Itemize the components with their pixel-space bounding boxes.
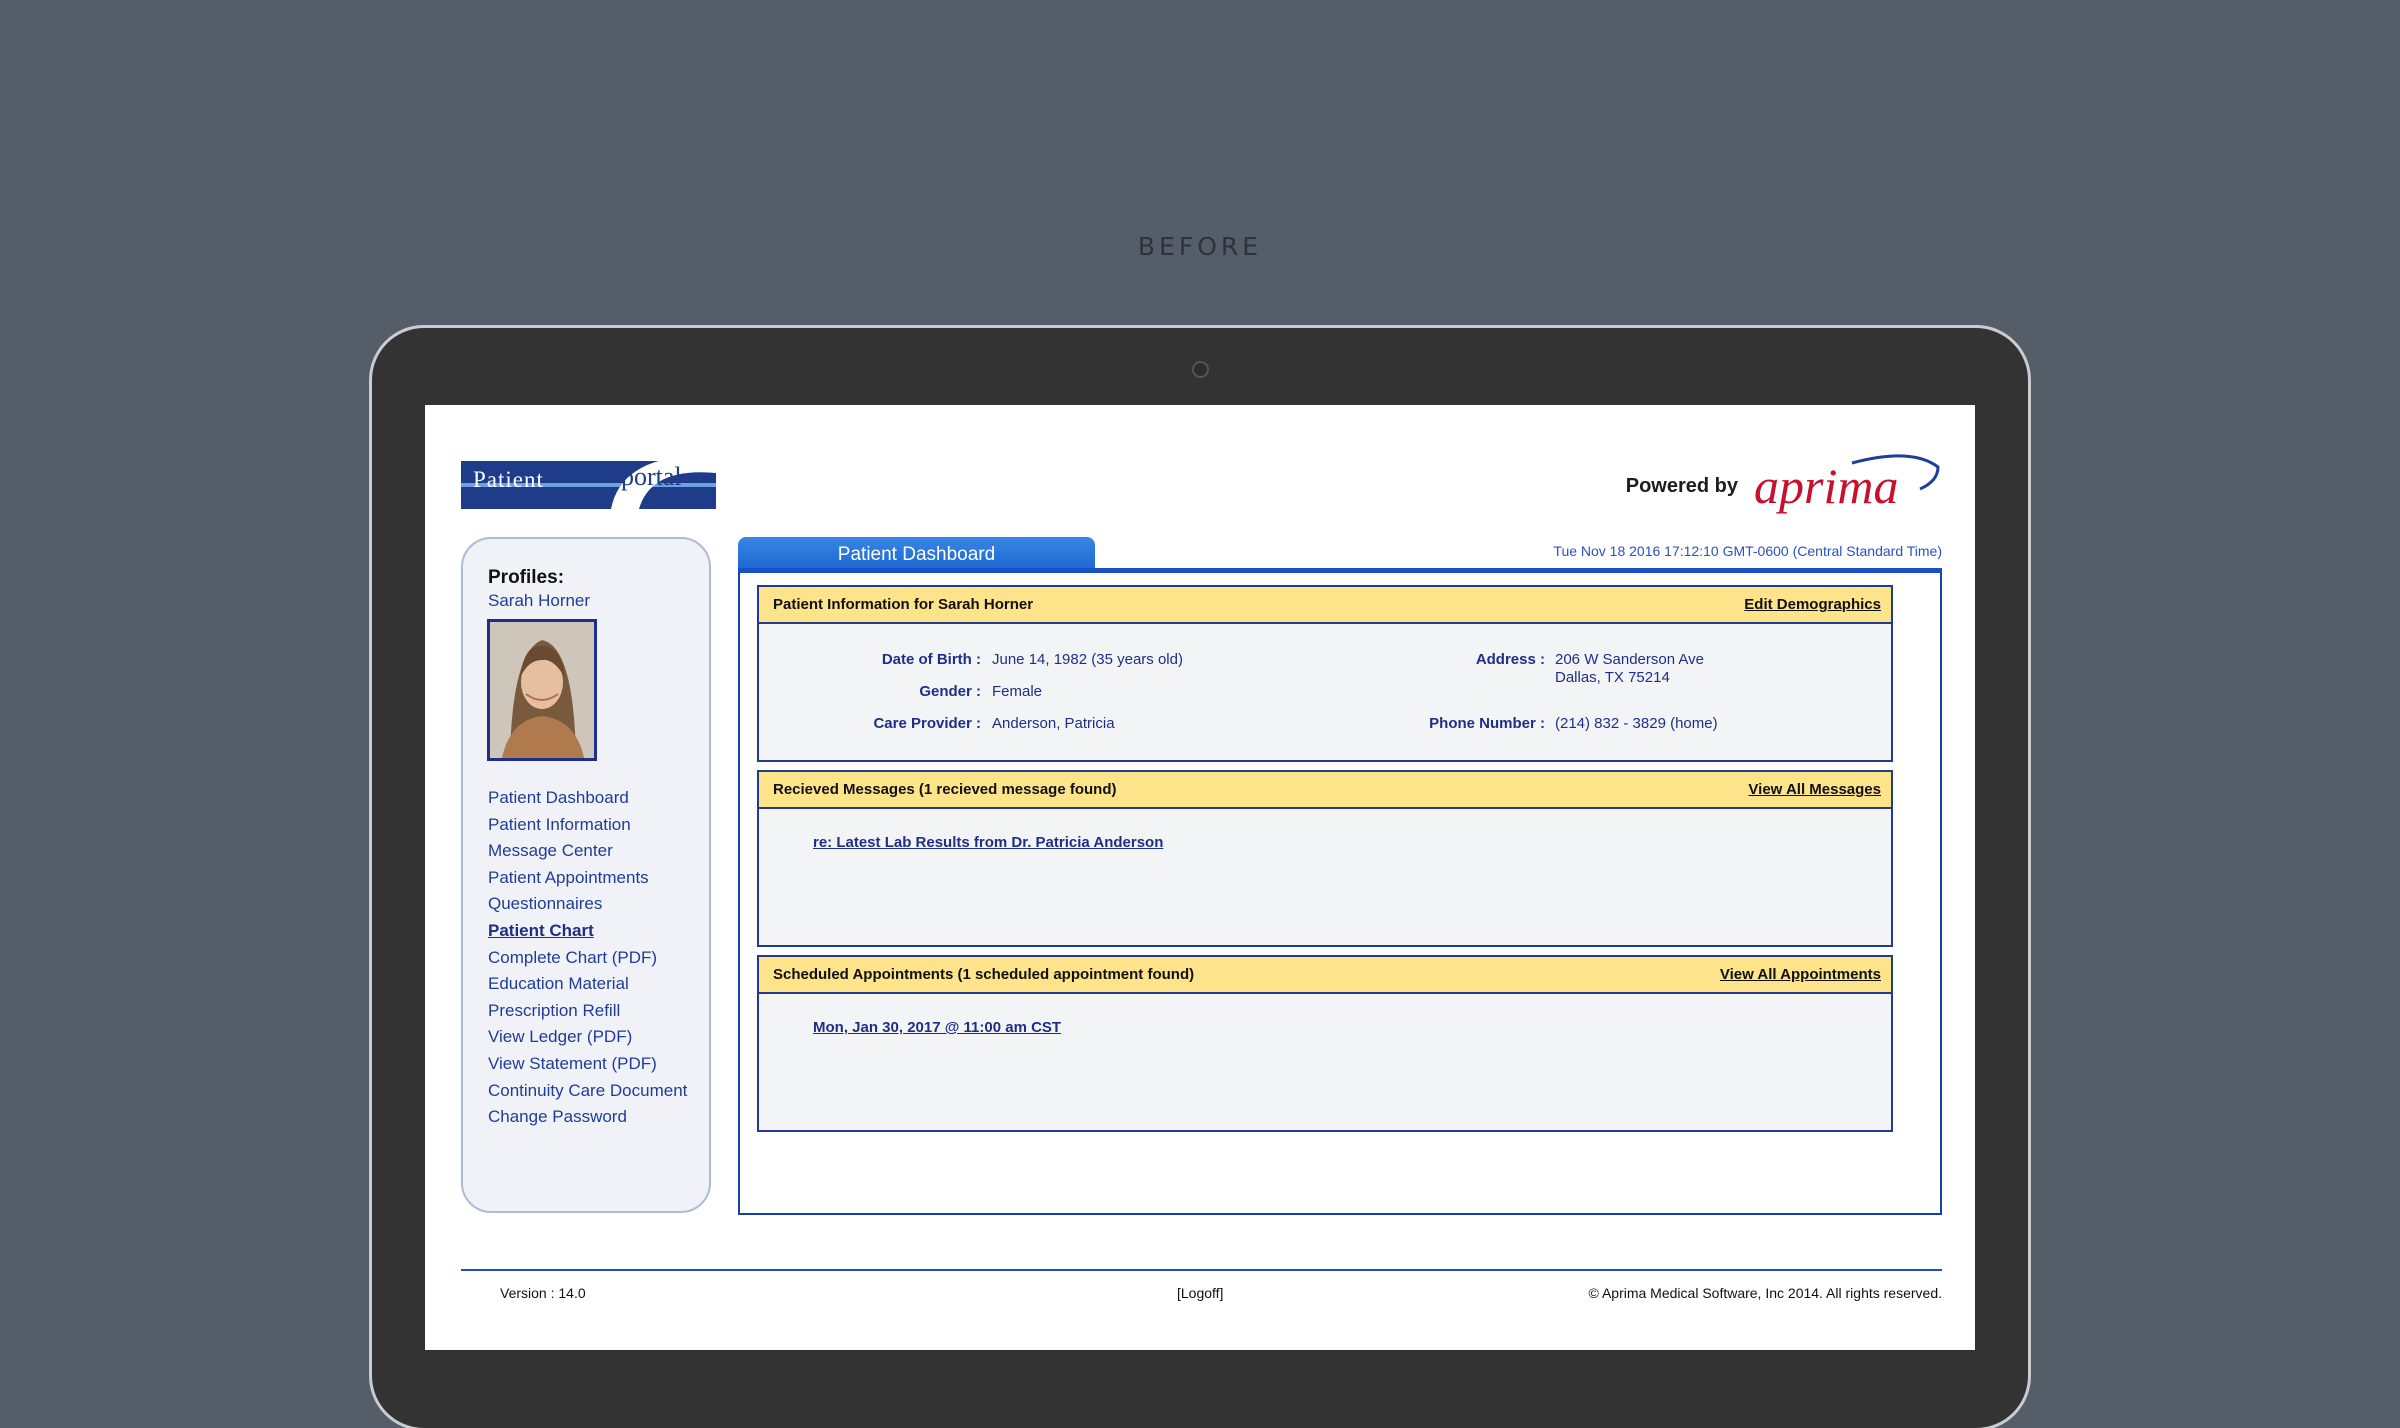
appointments-header: Scheduled Appointments (1 scheduled appo…	[759, 957, 1891, 994]
profiles-heading: Profiles:	[488, 567, 565, 588]
messages-header: Recieved Messages (1 recieved message fo…	[759, 772, 1891, 809]
before-caption: BEFORE	[1137, 232, 1263, 261]
care-provider-value: Anderson, Patricia	[992, 715, 1115, 732]
powered-by: Powered by aprima	[1626, 451, 1942, 521]
patient-avatar	[487, 619, 597, 761]
patient-photo	[490, 622, 594, 758]
camera-icon	[1192, 361, 1209, 378]
logo-word-patient: Patient	[473, 467, 544, 492]
message-link[interactable]: re: Latest Lab Results from Dr. Patricia…	[813, 834, 1163, 851]
footer-divider	[461, 1269, 1942, 1271]
profile-name-link[interactable]: Sarah Horner	[488, 591, 590, 611]
address-line2: Dallas, TX 75214	[1555, 669, 1670, 686]
appointments-panel: Scheduled Appointments (1 scheduled appo…	[757, 955, 1893, 1132]
phone-label: Phone Number :	[1429, 715, 1545, 732]
nav-patient-information[interactable]: Patient Information	[488, 812, 687, 839]
logo-word-portal: portal	[621, 462, 682, 491]
nav-complete-chart-pdf[interactable]: Complete Chart (PDF)	[488, 945, 687, 972]
dob-label: Date of Birth :	[881, 651, 981, 668]
patient-info-header: Patient Information for Sarah Horner Edi…	[759, 587, 1891, 624]
dashboard-content: Patient Information for Sarah Horner Edi…	[738, 573, 1942, 1215]
address-label: Address :	[1475, 651, 1545, 668]
nav-continuity-care-document[interactable]: Continuity Care Document	[488, 1078, 687, 1105]
nav-patient-appointments[interactable]: Patient Appointments	[488, 865, 687, 892]
patient-portal-logo[interactable]: Patient portal	[461, 453, 716, 509]
current-timestamp: Tue Nov 18 2016 17:12:10 GMT-0600 (Centr…	[1553, 543, 1942, 559]
patient-info-title: Patient Information for Sarah Horner	[773, 596, 1034, 613]
appointment-link[interactable]: Mon, Jan 30, 2017 @ 11:00 am CST	[813, 1019, 1061, 1036]
aprima-wordmark: aprima	[1754, 458, 1898, 514]
nav-change-password[interactable]: Change Password	[488, 1104, 687, 1131]
phone-value: (214) 832 - 3829 (home)	[1555, 715, 1718, 732]
care-provider-label: Care Provider :	[873, 715, 981, 732]
dob-value: June 14, 1982 (35 years old)	[992, 651, 1183, 668]
version-text: Version : 14.0	[500, 1285, 586, 1301]
nav-patient-chart[interactable]: Patient Chart	[488, 918, 687, 945]
nav-education-material[interactable]: Education Material	[488, 971, 687, 998]
nav-prescription-refill[interactable]: Prescription Refill	[488, 998, 687, 1025]
gender-value: Female	[992, 683, 1043, 700]
messages-title: Recieved Messages (1 recieved message fo…	[773, 781, 1117, 798]
address-line1: 206 W Sanderson Ave	[1555, 651, 1704, 668]
nav-questionnaires[interactable]: Questionnaires	[488, 891, 687, 918]
view-all-messages-link[interactable]: View All Messages	[1748, 781, 1881, 798]
messages-panel: Recieved Messages (1 recieved message fo…	[757, 770, 1893, 947]
appointments-title: Scheduled Appointments (1 scheduled appo…	[773, 966, 1195, 983]
logoff-link[interactable]: [Logoff]	[1177, 1285, 1223, 1301]
edit-demographics-link[interactable]: Edit Demographics	[1744, 596, 1881, 613]
sidebar-nav: Patient Dashboard Patient Information Me…	[488, 785, 687, 1131]
nav-patient-dashboard[interactable]: Patient Dashboard	[488, 785, 687, 812]
copyright-text: © Aprima Medical Software, Inc 2014. All…	[1588, 1285, 1942, 1301]
patient-info-grid: Date of Birth : June 14, 1982 (35 years …	[759, 624, 1891, 762]
aprima-logo: aprima	[1754, 454, 1940, 514]
patient-info-panel: Patient Information for Sarah Horner Edi…	[757, 585, 1893, 762]
gender-label: Gender :	[919, 683, 981, 700]
profile-sidebar: Profiles: Sarah Horner Patient Dashboard…	[461, 537, 711, 1213]
nav-view-statement-pdf[interactable]: View Statement (PDF)	[488, 1051, 687, 1078]
portal-logo-graphic: Patient portal	[461, 455, 716, 509]
nav-view-ledger-pdf[interactable]: View Ledger (PDF)	[488, 1024, 687, 1051]
browser-screen: Patient portal Powered by aprima Profile…	[425, 405, 1975, 1350]
nav-message-center[interactable]: Message Center	[488, 838, 687, 865]
powered-by-label: Powered by	[1625, 474, 1738, 497]
view-all-appointments-link[interactable]: View All Appointments	[1720, 966, 1881, 983]
